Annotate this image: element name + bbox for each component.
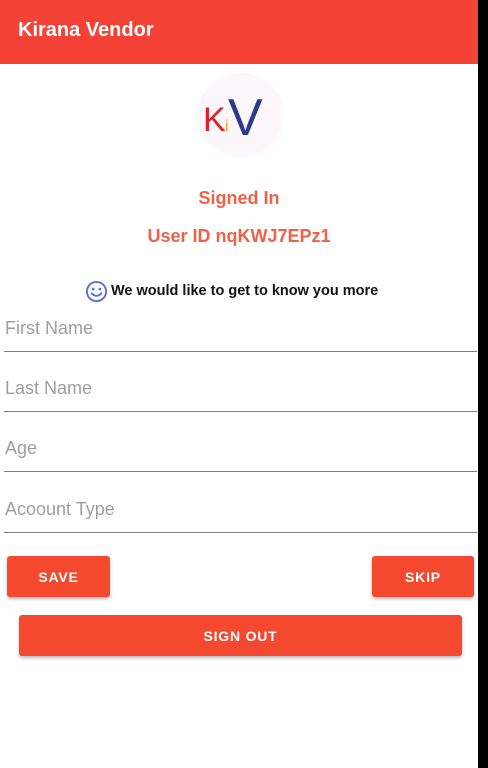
age-underline xyxy=(4,471,477,472)
smile-icon xyxy=(85,280,108,302)
account-type-field xyxy=(4,491,478,535)
account-type-underline xyxy=(4,532,477,533)
app-bar: Kirana Vendor xyxy=(0,0,478,64)
user-id-label: User ID nqKWJ7EPz1 xyxy=(147,226,331,246)
prompt-text: We would like to get to know you more xyxy=(111,283,379,299)
know-you-prompt: We would like to get to know you more xyxy=(85,279,378,303)
first-name-field xyxy=(4,310,478,354)
sign-out-button[interactable]: SIGN OUT xyxy=(19,615,462,656)
app-screen: Kirana Vendor K i V Signed In User ID nq… xyxy=(0,0,478,768)
last-name-field xyxy=(4,370,478,414)
account-type-input[interactable] xyxy=(4,491,478,527)
first-name-input[interactable] xyxy=(4,310,478,346)
logo-letter-k: K xyxy=(203,101,226,139)
age-field xyxy=(4,430,478,474)
logo-letter-v: V xyxy=(228,89,263,147)
kv-logo: K i V xyxy=(198,73,284,157)
first-name-underline xyxy=(4,351,477,352)
app-title: Kirana Vendor xyxy=(18,19,154,41)
age-input[interactable] xyxy=(4,430,478,466)
last-name-input[interactable] xyxy=(4,370,478,406)
last-name-underline xyxy=(4,411,477,412)
signed-in-status: Signed In xyxy=(198,188,280,208)
kv-logo-graphic: K i V xyxy=(203,89,263,147)
save-button[interactable]: SAVE xyxy=(7,556,110,597)
skip-button[interactable]: SKIP xyxy=(372,556,474,597)
